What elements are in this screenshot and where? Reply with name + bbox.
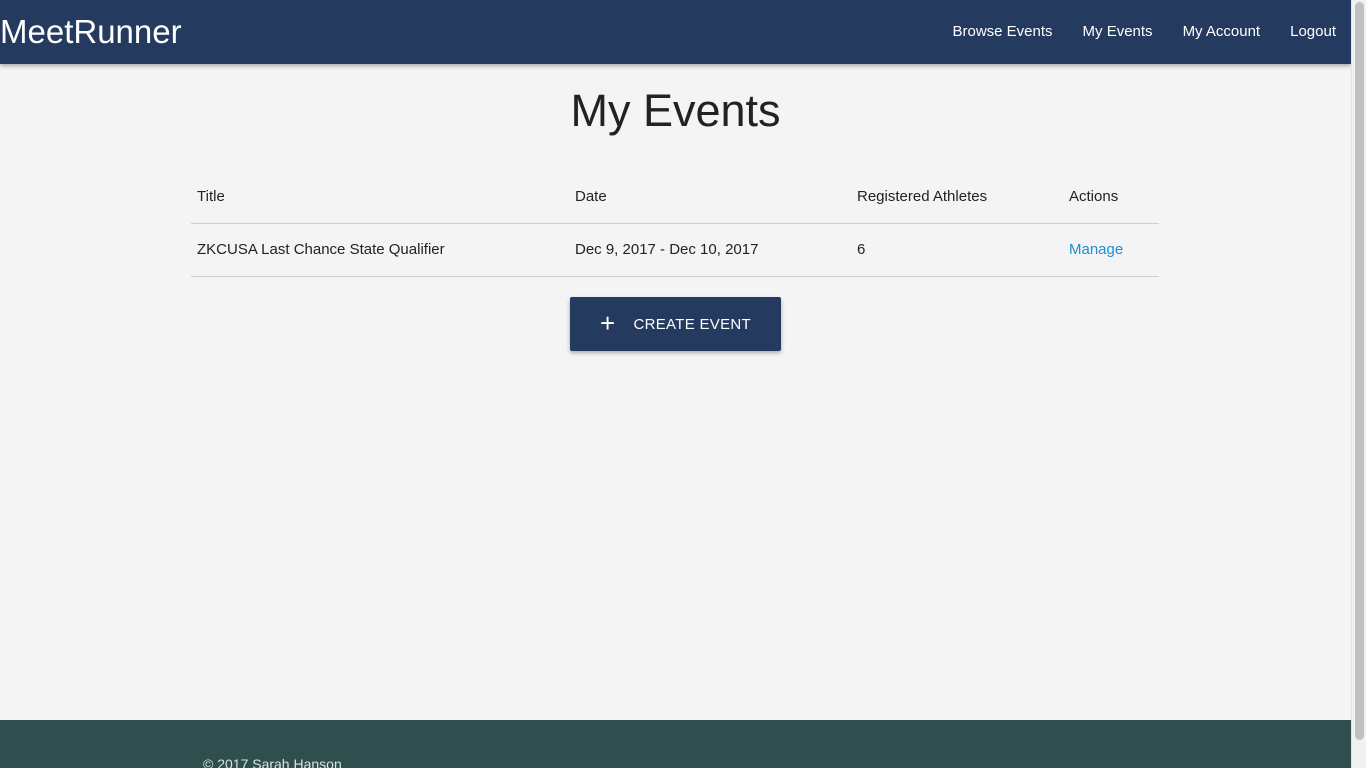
manage-event-link[interactable]: Manage [1069,241,1123,258]
table-body: ZKCUSA Last Chance State Qualifier Dec 9… [191,223,1159,277]
event-athletes-cell: 6 [851,223,1063,277]
nav-link-my-events[interactable]: My Events [1068,0,1168,64]
events-table: Title Date Registered Athletes Actions Z… [191,171,1159,277]
page-viewport: MeetRunner Browse Events My Events My Ac… [0,0,1351,768]
brand-logo-link[interactable]: MeetRunner [0,0,182,64]
create-event-button[interactable]: + CREATE EVENT [570,297,781,351]
table-header-row: Title Date Registered Athletes Actions [191,171,1159,224]
column-header-date: Date [569,171,851,224]
top-navbar: MeetRunner Browse Events My Events My Ac… [0,0,1351,64]
event-date-cell: Dec 9, 2017 - Dec 10, 2017 [569,223,851,277]
column-header-registered-athletes: Registered Athletes [851,171,1063,224]
nav-link-my-account[interactable]: My Account [1168,0,1276,64]
scrollbar-thumb[interactable] [1355,2,1364,740]
plus-icon: + [600,308,616,338]
nav-link-logout[interactable]: Logout [1275,0,1351,64]
nav-links: Browse Events My Events My Account Logou… [937,0,1351,64]
column-header-title: Title [191,171,569,224]
event-actions-cell: Manage [1063,223,1159,277]
app-window: MeetRunner Browse Events My Events My Ac… [0,0,1366,768]
create-event-label: CREATE EVENT [633,315,751,333]
event-title-cell: ZKCUSA Last Chance State Qualifier [191,223,569,277]
page-title: My Events [570,85,781,136]
nav-link-browse-events[interactable]: Browse Events [937,0,1067,64]
page-footer: © 2017 Sarah Hanson [0,720,1351,768]
vertical-scrollbar[interactable] [1351,0,1366,768]
table-header: Title Date Registered Athletes Actions [191,171,1159,224]
column-header-actions: Actions [1063,171,1159,224]
table-row: ZKCUSA Last Chance State Qualifier Dec 9… [191,223,1159,277]
footer-copyright: © 2017 Sarah Hanson [203,756,342,768]
